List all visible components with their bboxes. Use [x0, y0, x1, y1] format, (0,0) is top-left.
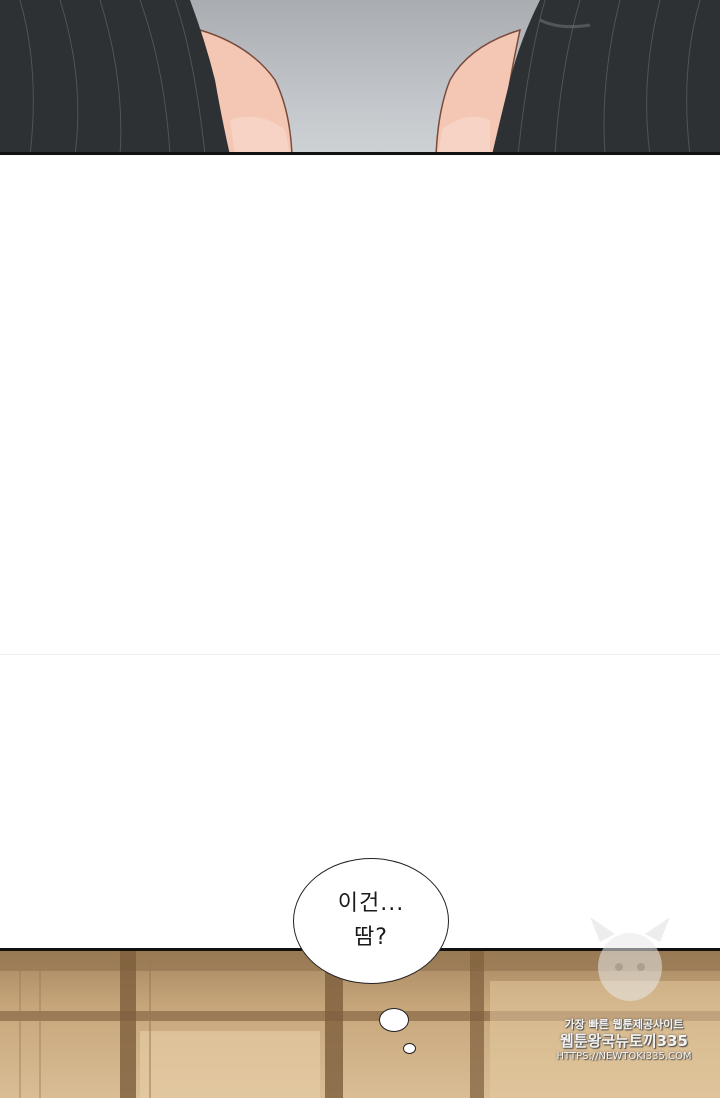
top-panel-artwork: [0, 0, 720, 155]
thought-bubble-tail-small: [403, 1043, 416, 1054]
watermark-site-name: 웹툰왕국뉴토끼335: [560, 1032, 688, 1050]
thought-bubble-tail-large: [379, 1008, 409, 1032]
watermark-tagline: 가장 빠른 웹툰제공사이트: [564, 1018, 684, 1031]
panel-gutter: [0, 158, 720, 654]
thought-bubble: 이건... 땀?: [293, 858, 449, 984]
mascot-watermark-icon: [590, 917, 670, 1001]
figures-illustration: [0, 0, 720, 152]
site-watermark: 가장 빠른 웹툰제공사이트 웹툰왕국뉴토끼335 HTTPS://NEWTOKI…: [540, 1018, 708, 1064]
bubble-text-line-2: 땀?: [354, 925, 388, 950]
bubble-text-line-1: 이건...: [337, 891, 405, 916]
watermark-url: HTTPS://NEWTOKI335.COM: [556, 1051, 692, 1062]
